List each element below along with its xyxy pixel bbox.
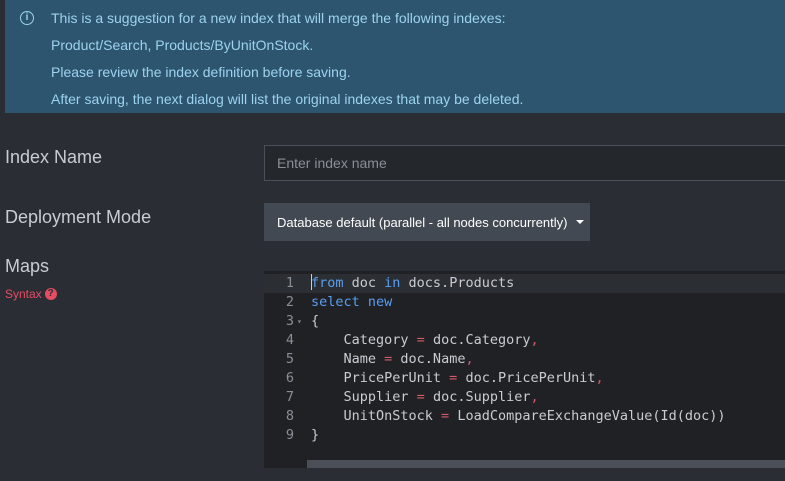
keyword-in: in (384, 275, 401, 291)
code-line[interactable]: 9 } (264, 426, 785, 445)
deployment-mode-value: Database default (parallel - all nodes c… (277, 214, 568, 230)
question-circle-icon: ? (44, 288, 57, 300)
line-number: 5 (285, 351, 294, 367)
info-circle-icon: i (20, 11, 34, 25)
line-number: 1 (285, 275, 294, 291)
line-number: 4 (285, 332, 294, 348)
code-line[interactable]: 2 select new (264, 293, 785, 312)
code-line[interactable]: 4 Category = doc.Category, (264, 331, 785, 350)
code-text: Name = doc.Name, (311, 351, 474, 367)
line-number: 3 (285, 313, 294, 329)
keyword-select: select (311, 294, 360, 310)
fold-arrow-icon[interactable]: ▾ (297, 312, 302, 331)
line-number: 7 (285, 389, 294, 405)
code-text: UnitOnStock = LoadCompareExchangeValue(I… (311, 408, 726, 424)
code-text: Supplier = doc.Supplier, (311, 389, 539, 405)
line-number: 2 (285, 294, 294, 310)
code-line[interactable]: 5 Name = doc.Name, (264, 350, 785, 369)
code-line[interactable]: 1 from doc in docs.Products (264, 274, 785, 293)
code-text: from doc in docs.Products (311, 274, 515, 291)
deployment-mode-label: Deployment Mode (5, 207, 152, 227)
keyword-new: new (367, 294, 393, 310)
syntax-label: Syntax (5, 287, 42, 301)
caret-down-icon (575, 220, 584, 224)
code-text: } (311, 427, 320, 443)
banner-line: After saving, the next dialog will list … (51, 91, 524, 107)
banner-line: This is a suggestion for a new index tha… (51, 10, 506, 26)
code-text: { (311, 313, 320, 329)
line-number: 8 (285, 408, 294, 424)
code-line[interactable]: 8 UnitOnStock = LoadCompareExchangeValue… (264, 407, 785, 426)
code-line[interactable]: 3 ▾ { (264, 312, 785, 331)
banner-line: Please review the index definition befor… (51, 64, 351, 80)
index-name-label: Index Name (5, 147, 103, 167)
line-number: 6 (285, 370, 294, 386)
line-number: 9 (285, 427, 294, 443)
banner-line: Product/Search, Products/ByUnitOnStock. (51, 37, 314, 53)
index-name-input[interactable] (264, 145, 785, 181)
horizontal-scrollbar[interactable] (307, 460, 785, 468)
keyword-from: from (311, 275, 344, 291)
code-line[interactable]: 6 PricePerUnit = doc.PricePerUnit, (264, 369, 785, 388)
deployment-mode-dropdown[interactable]: Database default (parallel - all nodes c… (264, 203, 590, 241)
merge-suggestion-banner: i This is a suggestion for a new index t… (5, 0, 785, 113)
syntax-help-link[interactable]: Syntax ? (5, 287, 57, 301)
code-text: PricePerUnit = doc.PricePerUnit, (311, 370, 604, 386)
code-line[interactable]: 7 Supplier = doc.Supplier, (264, 388, 785, 407)
code-text: Category = doc.Category, (311, 332, 539, 348)
code-text: select new (311, 293, 392, 312)
maps-code-editor[interactable]: 1 from doc in docs.Products 2 select new… (264, 271, 785, 468)
maps-label: Maps (5, 256, 50, 276)
